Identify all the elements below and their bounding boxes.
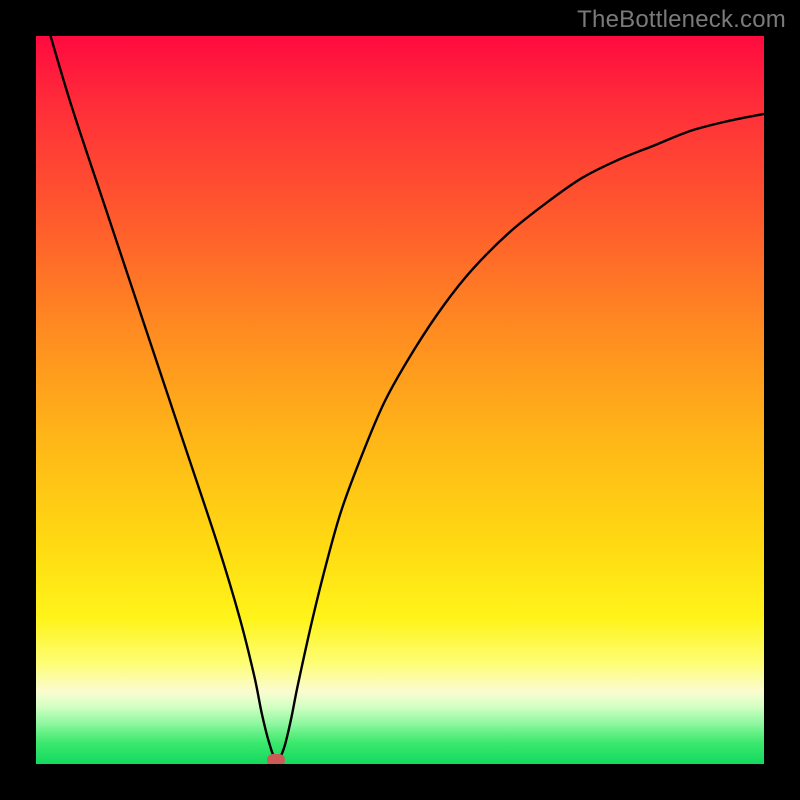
optimal-marker (267, 754, 285, 764)
chart-frame: TheBottleneck.com (0, 0, 800, 800)
plot-area (36, 36, 764, 764)
bottleneck-curve (36, 36, 764, 764)
watermark-text: TheBottleneck.com (577, 6, 786, 34)
